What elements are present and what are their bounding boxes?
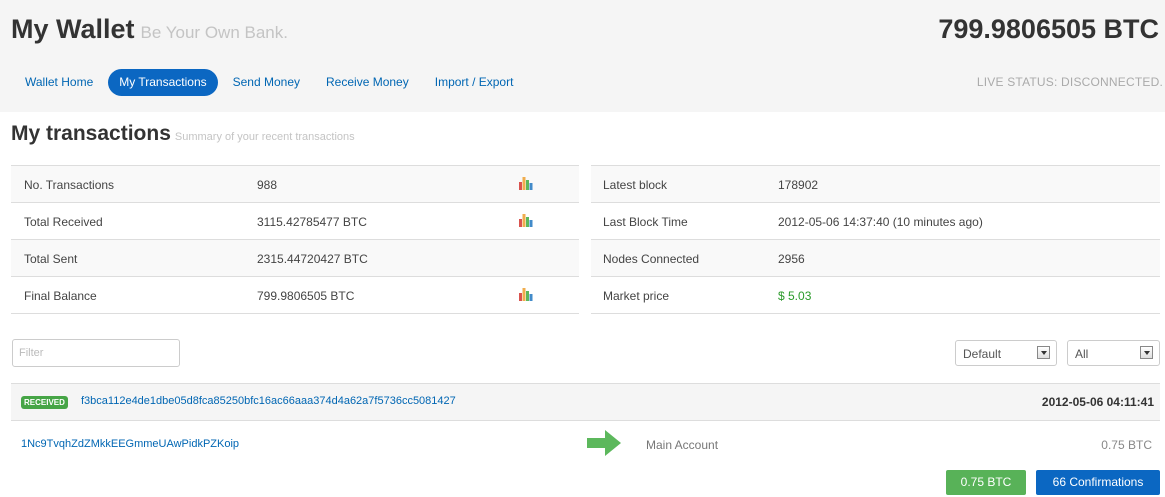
app-tagline: Be Your Own Bank.: [140, 23, 288, 42]
transaction-date: 2012-05-06 04:11:41: [1041, 395, 1154, 409]
stat-label: Nodes Connected: [603, 252, 700, 266]
bar-chart-icon[interactable]: [519, 288, 533, 301]
page-subtitle: Summary of your recent transactions: [174, 131, 355, 143]
stat-row-final-balance: Final Balance 799.9806505 BTC: [11, 277, 579, 314]
nav-send-money[interactable]: Send Money: [222, 69, 311, 96]
sort-select[interactable]: Default: [955, 340, 1057, 366]
nav-receive-money[interactable]: Receive Money: [315, 69, 420, 96]
page-title: My transactions Summary of your recent tr…: [11, 122, 355, 146]
stat-row-market-price: Market price $ 5.03: [591, 277, 1160, 314]
transaction-header: RECEIVED f3bca112e4de1dbe05d8fca85250bfc…: [11, 383, 1160, 421]
stat-label: No. Transactions: [24, 178, 115, 192]
stat-value: 2315.44720427 BTC: [257, 252, 368, 266]
to-account: Main Account: [646, 438, 719, 452]
chevron-down-icon: [1140, 346, 1153, 359]
stat-row-latest-block: Latest block 178902: [591, 166, 1160, 203]
type-select-value: All: [1075, 347, 1089, 361]
confirmations-button[interactable]: 66 Confirmations: [1036, 470, 1160, 495]
stat-value: 799.9806505 BTC: [257, 289, 355, 303]
filter-input[interactable]: [12, 339, 180, 367]
stat-row-total-sent: Total Sent 2315.44720427 BTC: [11, 240, 579, 277]
amount-button[interactable]: 0.75 BTC: [946, 470, 1026, 495]
nav-my-transactions[interactable]: My Transactions: [108, 68, 218, 96]
stat-label: Last Block Time: [603, 215, 688, 229]
type-select[interactable]: All: [1067, 340, 1160, 366]
chevron-down-icon: [1037, 346, 1050, 359]
wallet-balance: 799.9806505 BTC: [938, 14, 1159, 44]
main-nav: Wallet Home My Transactions Send Money R…: [14, 68, 528, 96]
nav-wallet-home[interactable]: Wallet Home: [14, 69, 104, 96]
bar-chart-icon[interactable]: [519, 214, 533, 227]
stat-value: 2956: [778, 252, 805, 266]
app-title: My Wallet Be Your Own Bank.: [11, 14, 288, 45]
bar-chart-icon[interactable]: [519, 177, 533, 190]
market-price-value: $ 5.03: [778, 289, 812, 303]
nav-import-export[interactable]: Import / Export: [424, 69, 525, 96]
summary-table-left: No. Transactions 988 Total Received 3115…: [11, 165, 579, 314]
app-title-text: My Wallet: [11, 14, 135, 44]
stat-value: 178902: [778, 178, 819, 192]
stat-row-total-received: Total Received 3115.42785477 BTC: [11, 203, 579, 240]
app-header: My Wallet Be Your Own Bank. 799.9806505 B…: [0, 0, 1165, 112]
stat-label: Total Sent: [24, 252, 78, 266]
stat-value: 988: [257, 178, 278, 192]
sort-select-value: Default: [963, 347, 1002, 361]
transaction-hash-link[interactable]: f3bca112e4de1dbe05d8fca85250bfc16ac66aaa…: [81, 395, 456, 407]
stat-row-nodes-connected: Nodes Connected 2956: [591, 240, 1160, 277]
transaction-row: 1Nc9TvqhZdZMkkEEGmmeUAwPidkPZKoip Main A…: [11, 422, 1160, 467]
arrow-right-icon: [587, 430, 621, 456]
transaction-amount: 0.75 BTC: [1101, 438, 1152, 452]
summary-table-right: Latest block 178902 Last Block Time 2012…: [591, 165, 1160, 314]
stat-label: Latest block: [603, 178, 668, 192]
stat-label: Market price: [603, 289, 670, 303]
stat-row-transactions: No. Transactions 988: [11, 166, 579, 203]
page-title-text: My transactions: [11, 122, 171, 145]
received-badge: RECEIVED: [21, 396, 68, 409]
stat-value: 2012-05-06 14:37:40 (10 minutes ago): [778, 215, 983, 229]
stat-value: 3115.42785477 BTC: [257, 215, 367, 229]
stat-label: Final Balance: [24, 289, 97, 303]
stat-row-last-block-time: Last Block Time 2012-05-06 14:37:40 (10 …: [591, 203, 1160, 240]
live-status: LIVE STATUS: DISCONNECTED.: [976, 75, 1163, 89]
from-address-link[interactable]: 1Nc9TvqhZdZMkkEEGmmeUAwPidkPZKoip: [21, 438, 239, 450]
stat-label: Total Received: [24, 215, 103, 229]
